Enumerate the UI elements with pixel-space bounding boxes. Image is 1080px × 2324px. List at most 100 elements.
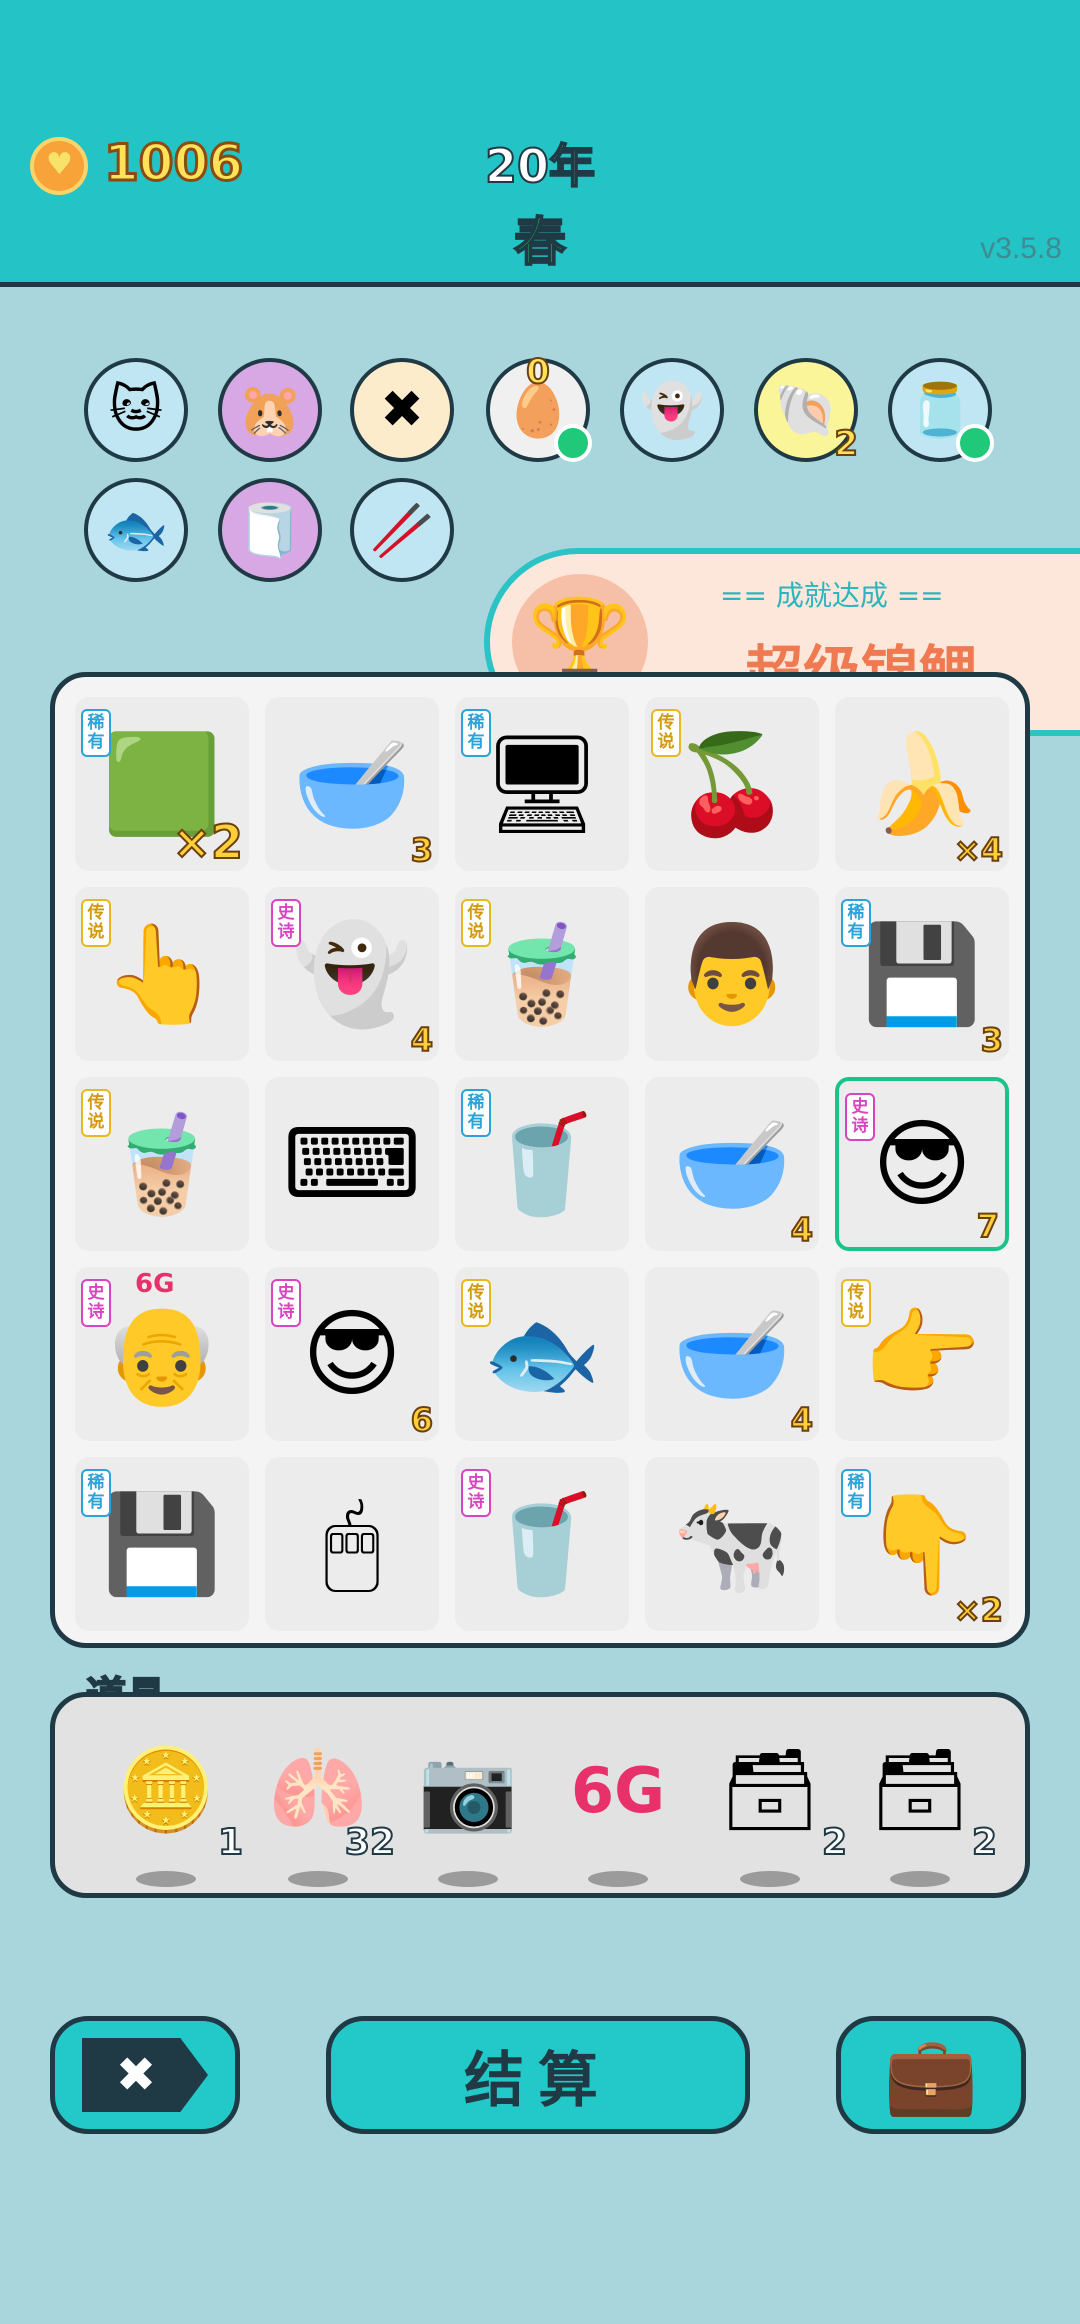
badge-8[interactable]: 🧻 <box>218 478 322 582</box>
tool-icon: 6G <box>570 1753 666 1827</box>
tool-item[interactable]: 🫁 32 <box>263 1735 396 1887</box>
notification-dot <box>956 424 994 462</box>
item-icon: 🥤 <box>482 1487 602 1600</box>
item-count: ×2 <box>953 1590 1004 1630</box>
rarity-tag: 稀有 <box>841 899 871 947</box>
badge-7[interactable]: 🐟 <box>84 478 188 582</box>
achievement-subtitle: == 成就达成 == <box>720 579 944 612</box>
grid-cell[interactable]: 👻 史诗 4 <box>265 887 439 1061</box>
close-button[interactable]: ✖ <box>50 2016 240 2134</box>
rarity-tag: 传说 <box>81 899 111 947</box>
grid-cell[interactable]: 🐟 传说 <box>455 1267 629 1441</box>
item-icon: 🖥 <box>481 727 603 840</box>
badge-4[interactable]: 👻 <box>620 358 724 462</box>
settle-button[interactable]: 结算 <box>326 2016 750 2134</box>
tool-shadow <box>438 1871 498 1887</box>
tool-item[interactable]: 🗃 2 <box>715 1735 848 1887</box>
item-icon: 🥣 <box>672 1107 792 1220</box>
badge-icon: 🧻 <box>237 500 303 561</box>
grid-cell[interactable]: 🥣 4 <box>645 1267 819 1441</box>
badge-3[interactable]: 🥚 0 <box>486 351 592 462</box>
rarity-tag: 稀有 <box>81 709 111 757</box>
rarity-tag: 传说 <box>461 899 491 947</box>
badge-count: 0 <box>525 351 551 393</box>
item-count: ×4 <box>953 830 1004 870</box>
tool-item[interactable]: 🗃 2 <box>865 1735 998 1887</box>
grid-cell[interactable]: 👇 稀有 ×2 <box>835 1457 1009 1631</box>
item-icon: 👨 <box>672 917 792 1030</box>
item-icon: ⌨ <box>282 1108 422 1220</box>
tool-item[interactable]: 🪙 1 <box>111 1735 244 1887</box>
tool-item[interactable]: 📷 <box>413 1735 523 1887</box>
badge-icon: 👻 <box>639 380 705 441</box>
grid-cell[interactable]: 👴 史诗 6G <box>75 1267 249 1441</box>
grid-cell[interactable]: 😎 史诗 6 <box>265 1267 439 1441</box>
season-label: 春 <box>513 212 567 274</box>
grid-cell[interactable]: 🥤 史诗 <box>455 1457 629 1631</box>
bag-button[interactable]: 💼 <box>836 2016 1026 2134</box>
settle-label: 结算 <box>464 2045 612 2116</box>
rarity-tag: 史诗 <box>81 1279 111 1327</box>
tool-count: 2 <box>971 1821 998 1864</box>
item-icon: 😎 <box>871 1108 973 1220</box>
rarity-tag: 稀有 <box>461 709 491 757</box>
grid-cell[interactable]: 👉 传说 <box>835 1267 1009 1441</box>
item-icon: 😎 <box>301 1298 403 1410</box>
badge-icon: 🐟 <box>103 500 169 561</box>
item-icon: 🐄 <box>672 1487 792 1600</box>
item-icon: 👆 <box>102 917 222 1030</box>
grid-cell[interactable]: 🖱 <box>265 1457 439 1631</box>
tool-icon: 🪙 <box>116 1743 216 1836</box>
grid-cell[interactable]: 🍌 ×4 <box>835 697 1009 871</box>
item-icon: 🐟 <box>482 1297 602 1410</box>
item-count: 3 <box>980 1020 1004 1060</box>
grid-cell[interactable]: 👨 <box>645 887 819 1061</box>
item-count: ×2 <box>171 814 244 870</box>
badge-6[interactable]: 🫙 <box>888 358 994 462</box>
badge-icon: 🐹 <box>237 380 303 441</box>
tools-panel: 🪙 1 🫁 32 📷 6G 🗃 2 🗃 2 <box>50 1692 1030 1898</box>
tool-count: 32 <box>344 1821 396 1864</box>
grid-cell[interactable]: 😎 史诗 7 <box>835 1077 1009 1251</box>
badge-9[interactable]: 🥢 <box>350 478 454 582</box>
notification-dot <box>554 424 592 462</box>
item-icon: 👴 <box>102 1297 222 1410</box>
grid-cell[interactable]: 🖥 稀有 <box>455 697 629 871</box>
item-icon: 🍌 <box>862 727 982 840</box>
badge-0[interactable]: 🐱 <box>84 358 188 462</box>
tool-shadow <box>136 1871 196 1887</box>
badge-2[interactable]: ✖ <box>350 358 454 462</box>
item-icon: 🧋 <box>102 1107 222 1220</box>
year-label: 20年 <box>484 138 596 194</box>
badge-icon: 🥢 <box>369 500 435 561</box>
rarity-tag: 传说 <box>461 1279 491 1327</box>
tool-shadow <box>288 1871 348 1887</box>
rarity-tag: 传说 <box>651 709 681 757</box>
grid-cell[interactable]: 🧋 传说 <box>75 1077 249 1251</box>
grid-cell[interactable]: 🍒 传说 <box>645 697 819 871</box>
grid-cell[interactable]: 👆 传说 <box>75 887 249 1061</box>
tool-item[interactable]: 6G <box>563 1735 673 1887</box>
badge-5[interactable]: 🐚 2 <box>754 358 859 465</box>
badge-1[interactable]: 🐹 <box>218 358 322 462</box>
grid-cell[interactable]: 🥣 3 <box>265 697 439 871</box>
item-icon: 🖱 <box>323 1487 381 1599</box>
tool-shadow <box>740 1871 800 1887</box>
grid-cell[interactable]: 💾 稀有 3 <box>835 887 1009 1061</box>
grid-cell[interactable]: 🧋 传说 <box>455 887 629 1061</box>
grid-cell[interactable]: 🟩 稀有 ×2 <box>75 697 249 871</box>
grid-cell[interactable]: 🥣 4 <box>645 1077 819 1251</box>
rarity-tag: 传说 <box>81 1089 111 1137</box>
grid-cell[interactable]: 🐄 <box>645 1457 819 1631</box>
grid-cell[interactable]: ⌨ <box>265 1077 439 1251</box>
tool-icon: 🗃 <box>869 1743 971 1836</box>
grid-cell[interactable]: 💾 稀有 <box>75 1457 249 1631</box>
grid-cell[interactable]: 🥤 稀有 <box>455 1077 629 1251</box>
item-icon: 🥣 <box>672 1297 792 1410</box>
item-count: 3 <box>410 830 434 870</box>
item-count: 4 <box>790 1210 814 1250</box>
tool-icon: 📷 <box>418 1743 518 1836</box>
item-count: 4 <box>410 1020 434 1060</box>
tool-shadow <box>890 1871 950 1887</box>
version-label: v3.5.8 <box>980 232 1062 265</box>
